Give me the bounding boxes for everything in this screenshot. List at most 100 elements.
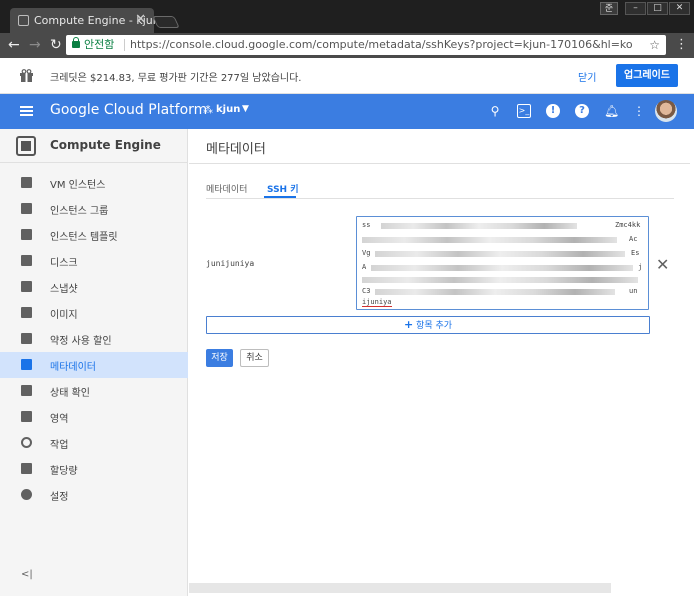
search-icon[interactable]: ⚲ [488, 104, 502, 118]
redacted-key-text [362, 237, 617, 243]
cancel-button[interactable]: 취소 [240, 349, 269, 367]
avatar[interactable] [655, 100, 677, 122]
ssh-username: junijuniya [206, 259, 255, 268]
compute-chip-icon [16, 136, 36, 156]
key-line-end: Es [631, 249, 640, 257]
redacted-key-text [381, 223, 577, 229]
tab-ssh-keys[interactable]: SSH 키 [267, 182, 299, 195]
help-icon[interactable]: ? [575, 104, 589, 118]
window-controls: – □ ✕ [625, 2, 690, 15]
remove-item-icon[interactable]: ✕ [656, 255, 669, 274]
browser-toolbar: ← → ↻ 안전함 https://console.cloud.google.c… [0, 33, 694, 58]
key-line-start: ss [362, 221, 371, 229]
sidebar-item-label: VM 인스턴스 [50, 180, 106, 191]
sidebar-item-label: 약정 사용 할인 [50, 336, 112, 347]
lock-icon [72, 37, 80, 48]
plus-icon: + [403, 318, 414, 331]
cloud-shell-icon[interactable]: >_ [517, 104, 531, 118]
sidebar-item-label: 상태 확인 [50, 388, 90, 399]
sidebar-item-images[interactable]: 이미지 [0, 300, 188, 326]
maximize-button[interactable]: □ [647, 2, 668, 15]
key-comment-line: ijuniya [362, 298, 392, 307]
horizontal-scrollbar[interactable] [189, 583, 611, 593]
collapse-sidebar-icon[interactable]: <| [21, 569, 33, 580]
add-item-label: 항목 추가 [416, 321, 453, 331]
console-header: Google Cloud Platform ⁂ kjun ▼ ⚲ >_ ! ? … [0, 94, 694, 129]
url-text[interactable]: https://console.cloud.google.com/compute… [130, 35, 633, 55]
key-line-end: Zmc4kk [615, 221, 641, 229]
bookmark-star-icon[interactable]: ☆ [649, 35, 660, 55]
chevron-down-icon[interactable]: ▼ [242, 104, 249, 114]
zones-icon [21, 411, 32, 422]
key-line-end: un [629, 287, 638, 295]
ssh-key-textarea[interactable]: ss Zmc4kk Ac Vg Es A j C3 un ijuniya [356, 216, 649, 310]
tab-metadata[interactable]: 메타데이터 [206, 182, 247, 195]
sidebar-item-disks[interactable]: 디스크 [0, 248, 188, 274]
hamburger-menu-icon[interactable] [20, 106, 33, 116]
redacted-key-text [375, 289, 615, 295]
health-check-icon [21, 385, 32, 396]
project-selector[interactable]: kjun [216, 104, 240, 115]
upgrade-button[interactable]: 업그레이드 [616, 64, 678, 87]
sidebar-item-label: 작업 [50, 440, 69, 451]
sidebar-item-vm-instances[interactable]: VM 인스턴스 [0, 170, 188, 196]
dismiss-banner-link[interactable]: 닫기 [578, 69, 596, 84]
redacted-key-text [375, 251, 625, 257]
forward-arrow-icon[interactable]: → [29, 37, 41, 53]
sidebar-item-instance-templates[interactable]: 인스턴스 템플릿 [0, 222, 188, 248]
omnibox-divider [124, 39, 125, 51]
sidebar-item-quotas[interactable]: 할당량 [0, 456, 188, 482]
redacted-key-text [362, 277, 638, 283]
new-tab-button[interactable] [152, 16, 180, 28]
sidebar-header: Compute Engine [0, 129, 188, 163]
sidebar-item-settings[interactable]: 설정 [0, 482, 188, 508]
page-favicon-icon [18, 15, 29, 26]
sidebar-item-committed-use[interactable]: 약정 사용 할인 [0, 326, 188, 352]
save-button[interactable]: 저장 [206, 349, 233, 367]
sidebar-item-label: 디스크 [50, 258, 78, 269]
sidebar-item-label: 인스턴스 그룹 [50, 206, 109, 217]
snapshot-icon [21, 281, 32, 292]
minimize-button[interactable]: – [625, 2, 646, 15]
bell-icon[interactable]: 🔔︎ [604, 104, 619, 118]
browser-titlebar: Compute Engine - kjun ✕ 준 – □ ✕ [0, 0, 694, 33]
profile-button[interactable]: 준 [600, 2, 618, 15]
disk-icon [21, 255, 32, 266]
sidebar-item-label: 메타데이터 [50, 362, 96, 373]
close-window-button[interactable]: ✕ [669, 2, 690, 15]
trial-banner: 크레딧은 $214.83, 무료 평가판 기간은 277일 남았습니다. 닫기 … [0, 58, 694, 94]
add-item-button[interactable]: + 항목 추가 [206, 316, 650, 334]
product-name[interactable]: Google Cloud Platform [50, 102, 207, 118]
settings-icon [21, 489, 32, 500]
sidebar-item-snapshots[interactable]: 스냅샷 [0, 274, 188, 300]
secure-label: 안전함 [84, 38, 115, 51]
reload-icon[interactable]: ↻ [50, 37, 62, 53]
sidebar-item-label: 할당량 [50, 466, 78, 477]
key-line-start: C3 [362, 287, 371, 295]
quota-icon [21, 463, 32, 474]
redacted-key-text [371, 265, 633, 271]
title-divider [189, 163, 690, 164]
key-line-start: A [362, 263, 367, 271]
browser-menu-icon[interactable]: ⋮ [675, 37, 688, 52]
notification-alert-icon[interactable]: ! [546, 104, 560, 118]
back-arrow-icon[interactable]: ← [8, 37, 20, 53]
sidebar-item-metadata[interactable]: 메타데이터 [0, 352, 188, 378]
sidebar-item-operations[interactable]: 작업 [0, 430, 188, 456]
sidebar-item-label: 영역 [50, 414, 69, 425]
project-dots-icon: ⁂ [203, 105, 213, 116]
sidebar-item-zones[interactable]: 영역 [0, 404, 188, 430]
sidebar-item-health-checks[interactable]: 상태 확인 [0, 378, 188, 404]
key-line-end: j [638, 263, 643, 271]
close-tab-icon[interactable]: ✕ [135, 12, 146, 27]
more-vert-icon[interactable]: ⋮ [632, 104, 646, 118]
browser-tab[interactable]: Compute Engine - kjun ✕ [10, 8, 160, 33]
instance-group-icon [21, 203, 32, 214]
sidebar-item-instance-groups[interactable]: 인스턴스 그룹 [0, 196, 188, 222]
gift-icon [20, 69, 33, 82]
committed-use-icon [21, 333, 32, 344]
operations-icon [21, 437, 32, 448]
vm-instance-icon [21, 177, 32, 188]
address-bar[interactable]: 안전함 https://console.cloud.google.com/com… [66, 35, 666, 55]
trial-banner-text: 크레딧은 $214.83, 무료 평가판 기간은 277일 남았습니다. [50, 73, 302, 84]
